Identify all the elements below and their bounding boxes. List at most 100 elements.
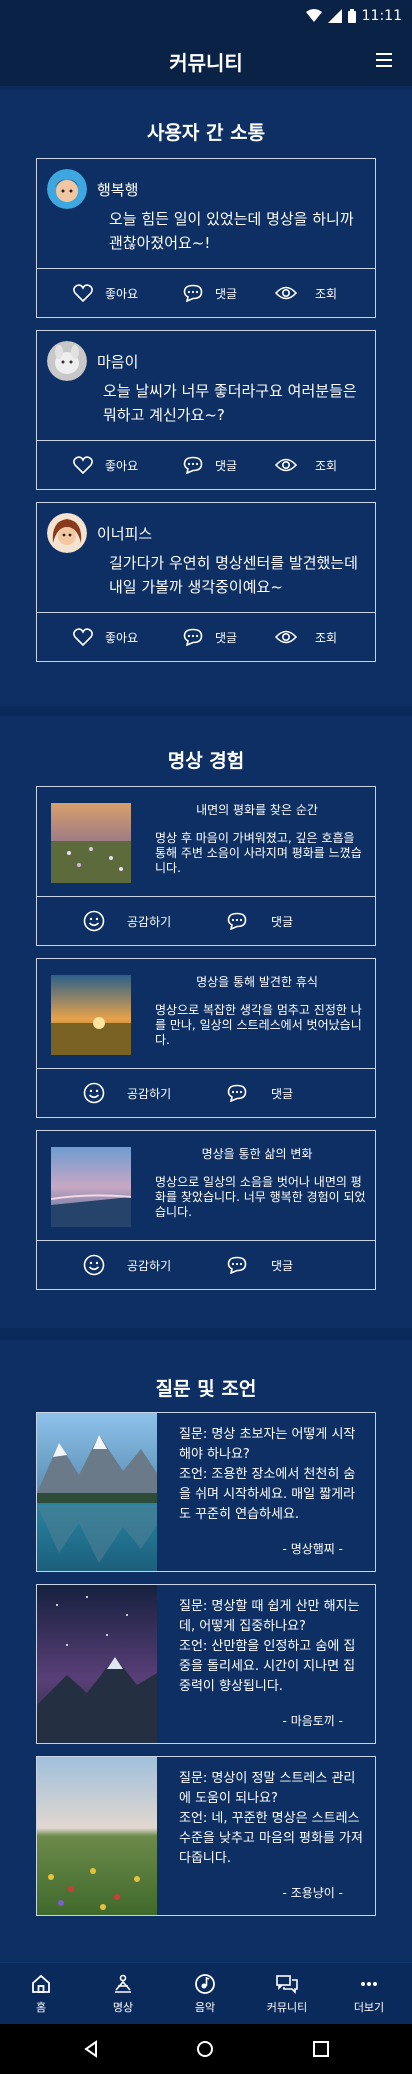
communication-section: 사용자 간 소통 행복행 오늘 힘든 일이 있었는데 명상을 하니까 괜찮아졌어… (0, 90, 412, 706)
experience-card[interactable]: 명상을 통해 발견한 휴식 명상으로 복잡한 생각을 멈추고 진정한 나를 만나… (36, 958, 376, 1118)
empathy-button[interactable]: 공감하기 (83, 1241, 171, 1289)
avatar (47, 513, 87, 553)
nav-music[interactable]: 음악 (164, 1963, 246, 2025)
heart-icon (73, 628, 93, 646)
nav-home[interactable]: 홈 (0, 1963, 82, 2025)
home-circle-icon[interactable] (196, 2040, 214, 2058)
music-icon (195, 1974, 215, 1994)
system-nav-bar (0, 2024, 412, 2074)
nav-more[interactable]: 더보기 (328, 1963, 410, 2025)
recents-icon[interactable] (312, 2040, 330, 2058)
qa-card[interactable]: 질문: 명상 초보자는 어떻게 시작해야 하나요? 조언: 조용한 장소에서 천… (36, 1412, 376, 1572)
comment-button[interactable]: 댓글 (183, 613, 237, 661)
page-title: 커뮤니티 (169, 50, 243, 75)
qa-text: 질문: 명상이 정말 스트레스 관리에 도움이 되나요? 조언: 네, 꾸준한 … (179, 1771, 363, 1866)
qa-author: - 명상햄찌 - (282, 1542, 343, 1556)
post-username: 마음이 (97, 353, 139, 371)
experience-body: 명상으로 복잡한 생각을 멈추고 진정한 나를 만나, 일상의 스트레스에서 벗… (155, 1003, 362, 1047)
post-card[interactable]: 이너피스 길가다가 우연히 명상센터를 발견했는데 내일 가볼까 생각중이예요~… (36, 502, 376, 662)
app-bar: 커뮤니티 (0, 36, 412, 86)
comment-icon (183, 456, 203, 474)
nav-label: 홈 (35, 2001, 47, 2014)
view-label: 조회 (315, 458, 338, 473)
community-icon (276, 1975, 298, 1994)
like-button[interactable]: 좋아요 (73, 269, 138, 317)
comment-button[interactable]: 댓글 (227, 1069, 293, 1117)
like-label: 좋아요 (105, 286, 139, 301)
battery-icon (347, 9, 356, 23)
comment-label: 댓글 (271, 1258, 294, 1273)
night-sky-image (37, 1585, 157, 1743)
qa-text: 질문: 명상할 때 쉽게 산만 해지는데, 어떻게 집중하나요? 조언: 산만함… (179, 1599, 360, 1694)
post-username: 행복행 (97, 181, 139, 199)
comment-button[interactable]: 댓글 (183, 441, 237, 489)
empathy-label: 공감하기 (127, 1258, 172, 1273)
post-text: 오늘 힘든 일이 있었는데 명상을 하니까 괜찮아졌어요~! (109, 210, 354, 252)
qa-card[interactable]: 질문: 명상이 정말 스트레스 관리에 도움이 되나요? 조언: 네, 꾸준한 … (36, 1756, 376, 1916)
post-text: 길가다가 우연히 명상센터를 발견했는데 내일 가볼까 생각중이예요~ (109, 554, 358, 596)
eye-icon (275, 458, 297, 472)
comment-label: 댓글 (215, 630, 238, 645)
comment-icon (227, 1256, 247, 1274)
view-label: 조회 (315, 630, 338, 645)
comment-button[interactable]: 댓글 (227, 1241, 293, 1289)
eye-icon (275, 630, 297, 644)
nav-meditation[interactable]: 명상 (82, 1963, 164, 2025)
view-button[interactable]: 조회 (275, 441, 337, 489)
home-icon (32, 1974, 50, 1993)
more-icon (361, 1982, 377, 1986)
comment-label: 댓글 (215, 286, 238, 301)
experience-image (51, 975, 131, 1055)
nav-label: 명상 (112, 2001, 134, 2014)
signal-icon (327, 9, 342, 23)
section-title: 명상 경험 (167, 750, 245, 772)
experience-image (51, 803, 131, 883)
comment-label: 댓글 (215, 458, 238, 473)
comment-button[interactable]: 댓글 (183, 269, 237, 317)
like-label: 좋아요 (105, 630, 139, 645)
qa-card[interactable]: 질문: 명상할 때 쉽게 산만 해지는데, 어떻게 집중하나요? 조언: 산만함… (36, 1584, 376, 1744)
empathy-button[interactable]: 공감하기 (83, 1069, 171, 1117)
comment-icon (227, 1084, 247, 1102)
smile-icon (83, 1254, 105, 1276)
experience-card[interactable]: 내면의 평화를 찾은 순간 명상 후 마음이 가벼워졌고, 깊은 호흡을 통해 … (36, 786, 376, 946)
like-button[interactable]: 좋아요 (73, 441, 138, 489)
comment-icon (227, 912, 247, 930)
like-button[interactable]: 좋아요 (73, 613, 138, 661)
nav-community[interactable]: 커뮤니티 (246, 1963, 328, 2025)
status-bar: 11:11 (0, 0, 412, 36)
post-card[interactable]: 마음이 오늘 날씨가 너무 좋더라구요 여러분들은 뭐하고 계신가요~? 좋아요… (36, 330, 376, 490)
experience-image (51, 1147, 131, 1227)
comment-label: 댓글 (271, 914, 294, 929)
mountain-lake-image (37, 1413, 157, 1571)
view-button[interactable]: 조회 (275, 269, 337, 317)
like-label: 좋아요 (105, 458, 139, 473)
comment-label: 댓글 (271, 1086, 294, 1101)
comment-button[interactable]: 댓글 (227, 897, 293, 945)
menu-icon[interactable] (376, 53, 392, 67)
comment-icon (183, 284, 203, 302)
nav-label: 음악 (194, 2001, 216, 2014)
qa-author: - 마음토끼 - (282, 1714, 343, 1728)
experience-title: 명상을 통해 발견한 휴식 (196, 975, 318, 989)
status-time: 11:11 (361, 8, 402, 24)
smile-icon (83, 910, 105, 932)
section-title: 질문 및 조언 (155, 1378, 257, 1400)
heart-icon (73, 456, 93, 474)
post-card[interactable]: 행복행 오늘 힘든 일이 있었는데 명상을 하니까 괜찮아졌어요~! 좋아요 댓… (36, 158, 376, 318)
wifi-icon (305, 9, 322, 22)
heart-icon (73, 284, 93, 302)
view-button[interactable]: 조회 (275, 613, 337, 661)
post-username: 이너피스 (97, 525, 153, 543)
smile-icon (83, 1082, 105, 1104)
experience-title: 내면의 평화를 찾은 순간 (196, 803, 318, 817)
nav-label: 커뮤니티 (266, 2001, 308, 2014)
experience-body: 명상 후 마음이 가벼워졌고, 깊은 호흡을 통해 주변 소음이 사라지며 평화… (155, 831, 362, 875)
flower-field-image (37, 1757, 157, 1915)
post-text: 오늘 날씨가 너무 좋더라구요 여러분들은 뭐하고 계신가요~? (103, 382, 357, 424)
experience-card[interactable]: 명상을 통한 삶의 변화 명상으로 일상의 소음을 벗어나 내면의 평화를 찾았… (36, 1130, 376, 1290)
bottom-nav: 홈 명상 음악 커뮤니티 더보기 (0, 1962, 412, 2024)
empathy-button[interactable]: 공감하기 (83, 897, 171, 945)
view-label: 조회 (315, 286, 338, 301)
back-icon[interactable] (82, 2040, 100, 2058)
